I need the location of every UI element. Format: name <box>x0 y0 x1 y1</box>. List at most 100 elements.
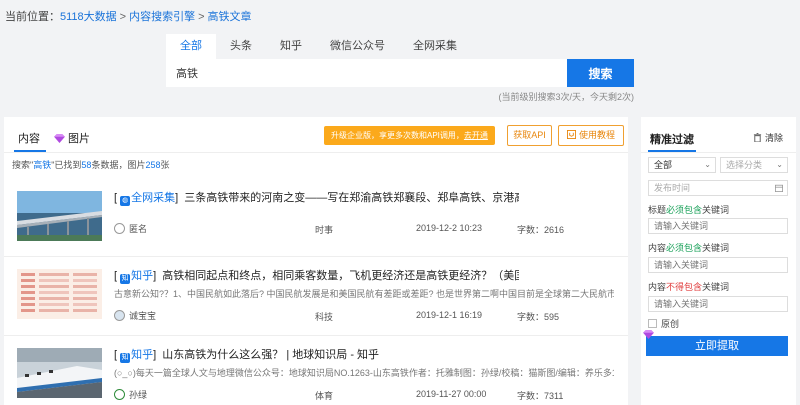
date-picker[interactable]: 发布时间 <box>648 180 788 196</box>
search-box: 搜索 <box>166 59 634 87</box>
avatar <box>114 223 125 234</box>
content-include-label: 内容必须包含关键词 <box>648 241 729 254</box>
tutorial-icon <box>566 130 576 139</box>
result-title[interactable]: [ 知知乎] 高铁相同起点和终点，相同乘客数量，飞机更经济还是高铁更经济？（美国… <box>114 267 519 284</box>
search-tab-all[interactable]: 全部 <box>166 34 216 59</box>
tutorial-button[interactable]: 使用教程 <box>558 125 624 146</box>
result-title[interactable]: [ ◍全网采集] 三条高铁带来的河南之变——写在郑渝高铁郑襄段、郑阜高铁、京港高… <box>114 189 519 206</box>
chevron-down-icon: ⌄ <box>776 160 783 169</box>
summary-image-count: 258 <box>145 160 161 170</box>
list-item[interactable]: [ 知知乎] 高铁相同起点和终点，相同乘客数量，飞机更经济还是高铁更经济？（美国… <box>4 257 628 336</box>
breadcrumb: 当前位置：5118大数据 > 内容搜索引擎 > 高铁文章 <box>5 8 252 24</box>
filter-title-indicator <box>648 150 696 152</box>
result-author: 诚宝宝 <box>114 309 156 322</box>
filter-header: 精准过滤 清除 <box>641 117 796 153</box>
result-word-count: 字数：7311 <box>517 391 564 401</box>
clear-button[interactable]: 清除 <box>753 131 783 144</box>
result-date: 2019-12-2 10:23 <box>416 223 483 233</box>
result-category: 科技 <box>315 312 334 322</box>
tab-images[interactable]: 图片 <box>54 130 90 146</box>
result-category: 时事 <box>315 225 334 235</box>
result-thumbnail[interactable] <box>17 191 102 241</box>
tutorial-label: 使用教程 <box>578 130 615 140</box>
result-author: 匿名 <box>114 222 147 235</box>
label-include: 必须包含 <box>666 243 703 253</box>
breadcrumb-link-current[interactable]: 高铁文章 <box>208 11 252 23</box>
avatar <box>114 389 125 400</box>
summary-keyword: 高铁 <box>33 160 52 170</box>
active-tab-indicator <box>14 150 46 152</box>
result-list: [ ◍全网采集] 三条高铁带来的河南之变——写在郑渝高铁郑襄段、郑阜高铁、京港高… <box>4 179 628 405</box>
result-thumbnail[interactable] <box>17 269 102 319</box>
summary-count: 58 <box>81 160 92 170</box>
result-source: 知乎 <box>131 349 154 361</box>
label-part: 标题 <box>648 205 667 215</box>
result-word-count: 字数：595 <box>517 312 560 322</box>
date-placeholder: 发布时间 <box>654 183 691 193</box>
trash-icon <box>753 133 762 142</box>
search-area: 全部 头条 知乎 微信公众号 全网采集 搜索 (当前级别搜索3次/天，今天剩2次… <box>166 34 634 103</box>
extract-button[interactable]: 立即提取 <box>646 336 788 356</box>
original-checkbox[interactable] <box>648 319 657 328</box>
breadcrumb-link-5118[interactable]: 5118大数据 <box>60 11 117 23</box>
label-part: 内容 <box>648 282 667 292</box>
search-tab-wechat[interactable]: 微信公众号 <box>316 34 399 59</box>
promo-link[interactable]: 去开通 <box>464 131 488 140</box>
tab-content[interactable]: 内容 <box>18 130 40 146</box>
breadcrumb-separator: > <box>198 11 205 23</box>
scope-select[interactable]: 全部 ⌄ <box>648 157 716 173</box>
category-select[interactable]: 选择分类 ⌄ <box>720 157 788 173</box>
upgrade-promo: 升级企业版，享更多次数和API调用，去开通 <box>324 126 495 145</box>
result-source: 知乎 <box>131 270 154 282</box>
globe-icon: ◍ <box>120 196 131 206</box>
original-label: 原创 <box>661 319 680 329</box>
exclude-keyword-input[interactable] <box>648 296 788 312</box>
diamond-icon <box>54 133 65 143</box>
results-toolbar: 内容 图片 升级企业版，享更多次数和API调用，去开通 获取API 使用教程 <box>4 117 628 153</box>
result-thumbnail[interactable] <box>17 348 102 398</box>
clear-label: 清除 <box>765 133 784 143</box>
list-item[interactable]: [ 知知乎] 山东高铁为什么这么强？ | 地球知识局 - 知乎 (○_○)每天一… <box>4 336 628 405</box>
zhihu-icon: 知 <box>120 353 131 363</box>
category-select-placeholder: 选择分类 <box>726 160 763 170</box>
promo-text: 升级企业版，享更多次数和API调用， <box>331 131 464 140</box>
result-title-text: 高铁相同起点和终点，相同乘客数量，飞机更经济还是高铁更经济？（美国高铁在... <box>162 270 519 282</box>
breadcrumb-prefix: 当前位置： <box>5 11 60 23</box>
search-tab-toutiao[interactable]: 头条 <box>216 34 266 59</box>
label-part: 内容 <box>648 243 667 253</box>
result-source: 全网采集 <box>131 192 176 204</box>
summary-mid: 条数据，图片 <box>91 160 146 170</box>
author-name: 诚宝宝 <box>129 311 157 321</box>
get-api-button[interactable]: 获取API <box>507 125 552 146</box>
author-name: 孙绿 <box>129 390 148 400</box>
content-exclude-label: 内容不得包含关键词 <box>648 280 729 293</box>
result-word-count: 字数：2616 <box>517 225 565 235</box>
search-tab-web[interactable]: 全网采集 <box>399 34 471 59</box>
summary-suffix: 张 <box>160 160 170 170</box>
search-button[interactable]: 搜索 <box>567 59 634 87</box>
title-include-label: 标题必须包含关键词 <box>648 203 729 216</box>
result-title-text: 山东高铁为什么这么强？ | 地球知识局 - 知乎 <box>162 349 380 361</box>
search-input[interactable] <box>166 59 567 87</box>
summary-mid: "已找到 <box>51 160 82 170</box>
avatar <box>114 310 125 321</box>
breadcrumb-link-content-search[interactable]: 内容搜索引擎 <box>129 11 195 23</box>
result-snippet: (○_○)每天一篇全球人文与地理微信公众号：地球知识局NO.1263-山东高铁作… <box>114 368 614 378</box>
results-panel: 内容 图片 升级企业版，享更多次数和API调用，去开通 获取API 使用教程 搜… <box>4 117 628 405</box>
title-keyword-input[interactable] <box>648 218 788 234</box>
original-checkbox-row[interactable]: 原创 <box>648 317 679 330</box>
search-tab-zhihu[interactable]: 知乎 <box>266 34 316 59</box>
result-snippet: 古意新公知?？1、中国民航如此落后? 中国民航发展是和美国民航有差距或差距? 也… <box>114 289 614 299</box>
search-quota: (当前级别搜索3次/天，今天剩2次) <box>498 92 634 102</box>
result-title[interactable]: [ 知知乎] 山东高铁为什么这么强？ | 地球知识局 - 知乎 <box>114 346 519 363</box>
search-summary: 搜索"高铁"已找到58条数据，图片258张 <box>12 158 170 171</box>
content-keyword-input[interactable] <box>648 257 788 273</box>
tab-images-label: 图片 <box>68 133 90 145</box>
calendar-icon <box>775 184 783 192</box>
breadcrumb-separator: > <box>119 11 127 23</box>
result-title-text: 三条高铁带来的河南之变——写在郑渝高铁郑襄段、郑阜高铁、京港高铁商合... <box>184 192 519 204</box>
list-item[interactable]: [ ◍全网采集] 三条高铁带来的河南之变——写在郑渝高铁郑襄段、郑阜高铁、京港高… <box>4 179 628 257</box>
result-author: 孙绿 <box>114 388 147 401</box>
zhihu-icon: 知 <box>120 274 131 284</box>
search-tabs: 全部 头条 知乎 微信公众号 全网采集 <box>166 34 634 59</box>
